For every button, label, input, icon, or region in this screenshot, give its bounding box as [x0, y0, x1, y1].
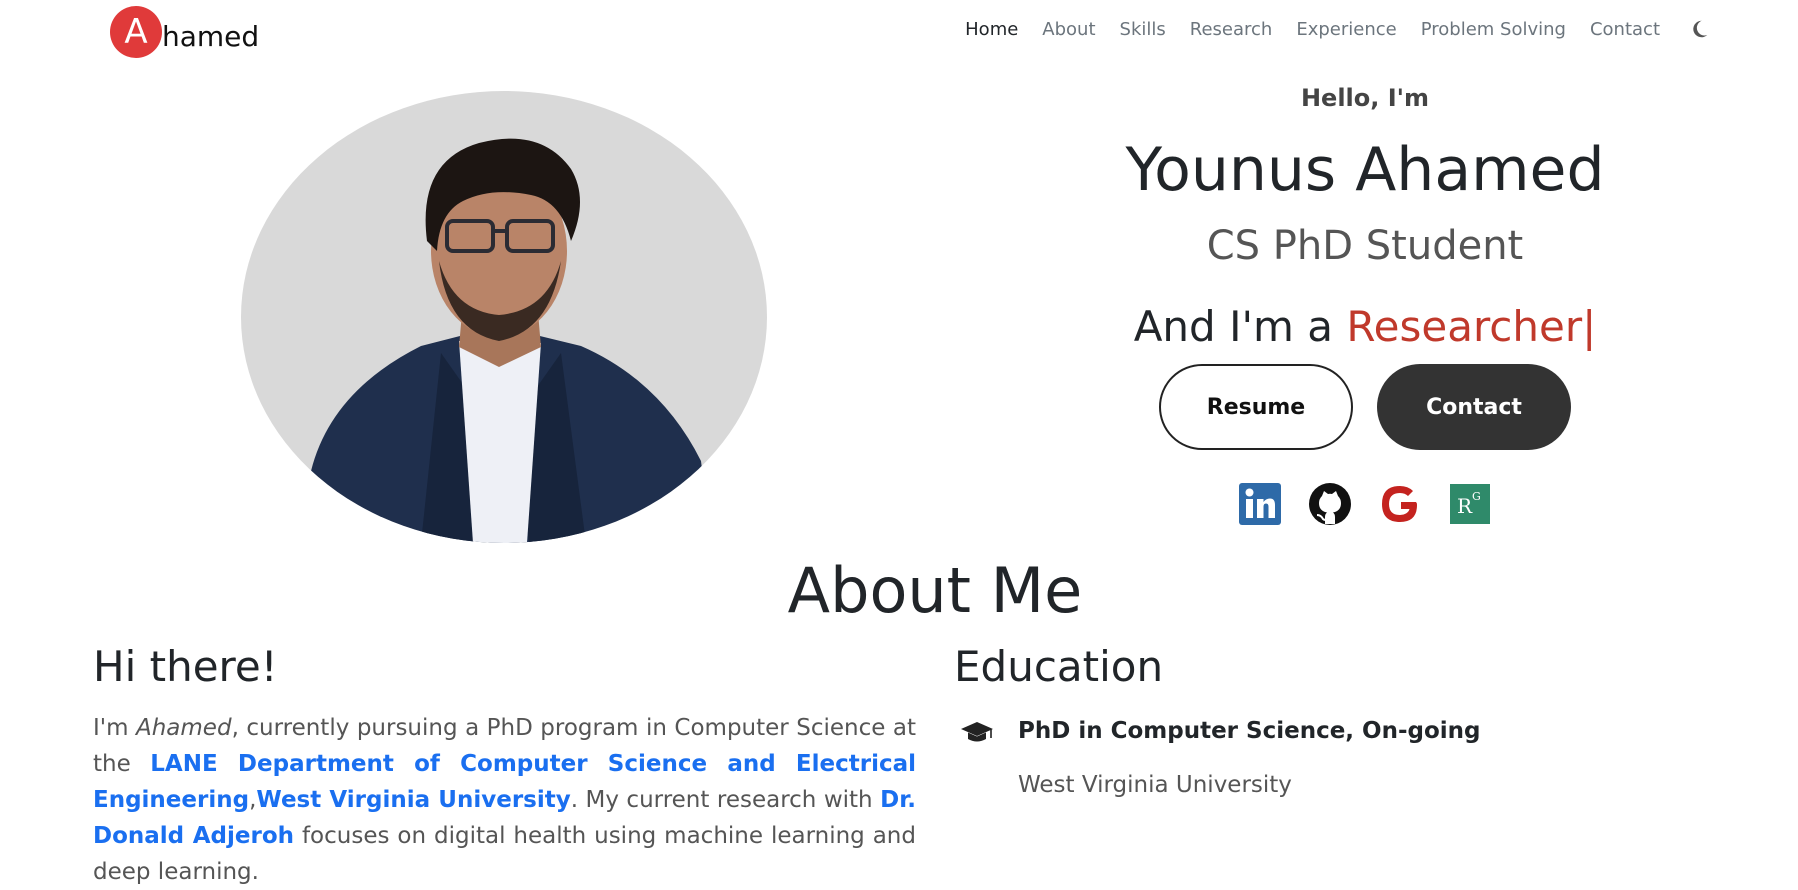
brand-logo[interactable]: A hamed [110, 6, 260, 58]
hero-typed-line: And I'm a Researcher| [1060, 306, 1670, 348]
svg-text:R: R [1457, 494, 1473, 518]
researchgate-icon[interactable]: R G [1448, 482, 1492, 526]
hi-heading: Hi there! [93, 642, 278, 691]
google-scholar-icon[interactable] [1378, 482, 1422, 526]
brand-initial-badge: A [110, 6, 162, 58]
resume-button[interactable]: Resume [1159, 364, 1353, 450]
person-illustration [301, 138, 711, 543]
education-section: Education PhD in Computer Science, On-go… [954, 642, 1654, 799]
typed-word: Researcher| [1346, 302, 1597, 351]
graduation-cap-icon [961, 722, 993, 742]
nav-links: Home About Skills Research Experience Pr… [941, 18, 1710, 40]
hero-name: Younus Ahamed [1125, 135, 1605, 205]
nav-link-contact[interactable]: Contact [1590, 19, 1660, 40]
brand-text: hamed [162, 19, 260, 53]
nav-link-problem-solving[interactable]: Problem Solving [1421, 19, 1566, 40]
moon-icon[interactable] [1688, 18, 1710, 40]
education-degree: PhD in Computer Science, On-going [1018, 718, 1481, 744]
hero-role: CS PhD Student [1206, 223, 1524, 269]
hero-buttons: Resume Contact [1060, 364, 1670, 450]
nav-link-skills[interactable]: Skills [1120, 19, 1166, 40]
linkedin-icon[interactable] [1238, 482, 1282, 526]
navbar: A hamed Home About Skills Research Exper… [0, 0, 1798, 64]
hero-greeting: Hello, I'm [1300, 84, 1430, 112]
profile-photo [241, 91, 767, 543]
about-paragraph: I'm Ahamed, currently pursuing a PhD pro… [93, 710, 916, 890]
social-links: R G [1060, 482, 1670, 526]
text-segment: . My current research with [570, 787, 881, 813]
text-segment: I'm [93, 715, 136, 741]
education-heading: Education [954, 642, 1164, 691]
hero-intro: Hello, I'm Younus Ahamed CS PhD Student … [1060, 78, 1670, 526]
typed-prefix: And I'm a [1133, 302, 1347, 351]
education-school: West Virginia University [1018, 772, 1292, 798]
education-item: PhD in Computer Science, On-going [954, 716, 1654, 756]
svg-text:G: G [1472, 490, 1481, 503]
github-icon[interactable] [1308, 482, 1352, 526]
link-university[interactable]: West Virginia University [256, 787, 570, 813]
about-section-title: About Me [787, 554, 1083, 627]
name-emphasis: Ahamed [136, 715, 232, 741]
nav-link-research[interactable]: Research [1190, 19, 1273, 40]
nav-link-experience[interactable]: Experience [1296, 19, 1396, 40]
about-intro: Hi there! I'm Ahamed, currently pursuing… [93, 646, 916, 890]
nav-link-home[interactable]: Home [965, 19, 1018, 40]
contact-button[interactable]: Contact [1377, 364, 1571, 450]
nav-link-about[interactable]: About [1042, 19, 1095, 40]
